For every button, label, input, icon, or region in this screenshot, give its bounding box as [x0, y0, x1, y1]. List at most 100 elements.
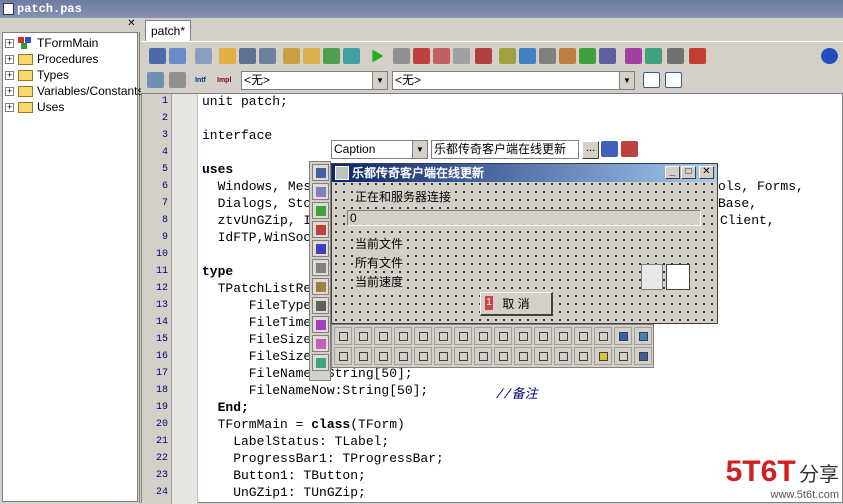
speed-label[interactable]: 当前速度	[354, 273, 405, 290]
property-name-combo[interactable]: Caption ▼	[331, 140, 428, 159]
designed-form[interactable]: 乐都传奇客户端在线更新 _ □ ✕ 正在和服务器连接 0 当前文件 所有文件 当…	[331, 163, 718, 324]
close-icon[interactable]: ✕	[699, 166, 714, 179]
palette-item[interactable]	[312, 335, 329, 352]
expand-icon[interactable]: +	[5, 102, 14, 112]
align-tops-icon[interactable]	[434, 327, 452, 345]
close-icon[interactable]: ✕	[126, 19, 137, 30]
expand-icon[interactable]: +	[5, 38, 14, 48]
expand-icon[interactable]: +	[5, 70, 14, 80]
bring-to-front-icon[interactable]	[374, 347, 392, 365]
palette-item[interactable]	[312, 221, 329, 238]
palette-item[interactable]	[312, 354, 329, 371]
send-to-back-icon[interactable]	[394, 347, 412, 365]
lock-icon[interactable]	[594, 327, 612, 345]
chevron-down-icon[interactable]: ▼	[372, 72, 387, 89]
open-project-icon[interactable]	[195, 48, 212, 64]
new-form-icon[interactable]	[149, 48, 166, 64]
center-horizontally-icon[interactable]	[374, 327, 392, 345]
stop-icon[interactable]	[667, 48, 684, 64]
grid-icon[interactable]	[614, 327, 632, 345]
align-left-icon[interactable]	[643, 72, 660, 88]
view-unit-icon[interactable]	[169, 48, 186, 64]
save-icon[interactable]	[239, 48, 256, 64]
align-horizontal-centers-icon[interactable]	[354, 327, 372, 345]
properties-icon[interactable]	[621, 141, 638, 157]
open-file-icon[interactable]	[219, 48, 236, 64]
method-combo[interactable]: <无> ▼	[392, 71, 635, 90]
align-right-edges-icon[interactable]	[414, 327, 432, 345]
breakpoint-gutter[interactable]	[172, 94, 198, 504]
run-icon[interactable]	[372, 49, 384, 63]
make-same-size-icon[interactable]	[574, 347, 592, 365]
minimize-icon[interactable]: _	[665, 166, 680, 179]
align-bottoms-icon[interactable]	[514, 327, 532, 345]
form-title-bar[interactable]: 乐都传奇客户端在线更新 _ □ ✕	[332, 164, 717, 182]
current-file-label[interactable]: 当前文件	[354, 235, 405, 252]
shrink-width-icon[interactable]	[554, 327, 572, 345]
program-reset-icon[interactable]	[475, 48, 492, 64]
inspector-icon[interactable]	[519, 48, 536, 64]
tree-item-types[interactable]: + Types	[5, 67, 69, 83]
palette-item[interactable]	[312, 316, 329, 333]
space-equally-icon[interactable]	[394, 327, 412, 345]
property-value-input[interactable]: 乐都传奇客户端在线更新	[431, 140, 579, 159]
expand-icon[interactable]: +	[5, 54, 14, 64]
palette-item[interactable]	[312, 202, 329, 219]
size-icon[interactable]	[334, 347, 352, 365]
class-combo[interactable]: <无> ▼	[241, 71, 388, 90]
copy-icon[interactable]	[614, 347, 632, 365]
remove-file-icon[interactable]	[303, 48, 320, 64]
center-vertically-icon[interactable]	[474, 327, 492, 345]
add-file-icon[interactable]	[283, 48, 300, 64]
back-icon[interactable]	[147, 72, 164, 88]
palette-item[interactable]	[312, 164, 329, 181]
align-left-edges-icon[interactable]	[334, 327, 352, 345]
palette-item[interactable]	[312, 297, 329, 314]
grow-width-icon[interactable]	[534, 327, 552, 345]
expand-icon[interactable]: +	[5, 86, 14, 96]
tools-icon[interactable]	[599, 48, 616, 64]
increase-space-icon[interactable]	[474, 347, 492, 365]
progress-bar[interactable]: 0	[347, 210, 701, 226]
cancel-button[interactable]: 1 取 消	[480, 292, 553, 316]
tree-item-uses[interactable]: + Uses	[5, 99, 64, 115]
chevron-down-icon[interactable]: ▼	[619, 72, 634, 89]
palette-item[interactable]	[312, 278, 329, 295]
layout-icon[interactable]	[645, 48, 662, 64]
help-icon[interactable]	[821, 48, 838, 64]
grid-options-icon[interactable]	[634, 347, 652, 365]
save-all-icon[interactable]	[259, 48, 276, 64]
flip-icon[interactable]	[434, 347, 452, 365]
tree-item-procedures[interactable]: + Procedures	[5, 51, 98, 67]
trace-into-icon[interactable]	[413, 48, 430, 64]
step-over-icon[interactable]	[433, 48, 450, 64]
brush-icon[interactable]	[559, 48, 576, 64]
ellipsis-button[interactable]: ...	[582, 141, 599, 159]
edit-icon[interactable]	[539, 48, 556, 64]
palette-item[interactable]	[312, 183, 329, 200]
status-label[interactable]: 正在和服务器连接	[354, 188, 453, 205]
palette-icon[interactable]	[625, 48, 642, 64]
user-icon[interactable]	[601, 141, 618, 157]
ftp-component-icon[interactable]	[641, 264, 663, 290]
tab-patch[interactable]: patch*	[145, 20, 191, 41]
tree-item-tformmain[interactable]: + TFormMain	[5, 35, 98, 51]
align-vertical-centers-icon[interactable]	[454, 327, 472, 345]
ungzip-component-icon[interactable]	[666, 264, 690, 290]
remove-space-icon[interactable]	[514, 347, 532, 365]
window-icon[interactable]	[169, 72, 186, 88]
space-vertical-icon[interactable]	[494, 327, 512, 345]
lock-controls-icon[interactable]	[594, 347, 612, 365]
run-to-cursor-icon[interactable]	[453, 48, 470, 64]
grow-height-icon[interactable]	[574, 327, 592, 345]
spacing-icon[interactable]	[454, 347, 472, 365]
pause-icon[interactable]	[393, 48, 410, 64]
palette-item[interactable]	[312, 240, 329, 257]
package-icon[interactable]	[579, 48, 596, 64]
decrease-space-icon[interactable]	[494, 347, 512, 365]
make-same-height-icon[interactable]	[554, 347, 572, 365]
align-center-icon[interactable]	[665, 72, 682, 88]
all-files-label[interactable]: 所有文件	[354, 254, 405, 271]
intf-icon[interactable]: Intf	[195, 72, 212, 88]
align-to-grid-icon[interactable]	[414, 347, 432, 365]
